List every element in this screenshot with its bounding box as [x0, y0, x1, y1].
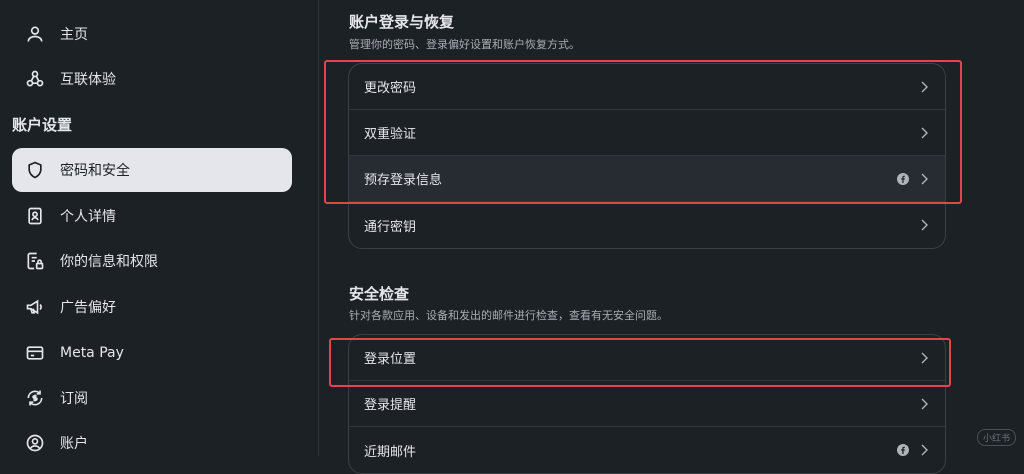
login-recovery-title: 账户登录与恢复 — [349, 13, 455, 31]
nav-label: Meta Pay — [60, 345, 124, 361]
two-factor-row[interactable]: 双重验证 — [349, 110, 945, 156]
nav-accounts[interactable]: 账户 — [12, 421, 292, 465]
passkey-row[interactable]: 通行密钥 — [349, 202, 945, 248]
security-check-card: 登录位置 登录提醒 近期邮件 — [348, 334, 946, 474]
facebook-icon — [897, 444, 909, 456]
chevron-right-icon — [921, 173, 928, 184]
watermark: 小红书 — [976, 429, 1016, 446]
connected-nodes-icon — [24, 68, 46, 90]
row-label: 更改密码 — [364, 81, 417, 96]
login-recovery-desc: 管理你的密码、登录偏好设置和账户恢复方式。 — [349, 38, 580, 51]
main-content: 账户登录与恢复 管理你的密码、登录偏好设置和账户恢复方式。 更改密码 双重验证 … — [320, 0, 1024, 474]
security-check-title: 安全检查 — [349, 285, 410, 303]
nav-connected-experiences[interactable]: 互联体验 — [12, 57, 292, 101]
chevron-right-icon — [921, 81, 928, 92]
row-label: 近期邮件 — [364, 444, 417, 460]
row-label: 登录位置 — [364, 352, 417, 367]
credit-card-icon — [24, 342, 46, 364]
document-lock-icon — [24, 250, 46, 272]
subscription-refresh-icon — [24, 387, 46, 409]
recent-emails-row[interactable]: 近期邮件 — [349, 427, 945, 473]
chevron-right-icon — [921, 398, 928, 409]
megaphone-icon — [24, 296, 46, 318]
nav-ad-preferences[interactable]: 广告偏好 — [12, 285, 292, 329]
sidebar: 主页 互联体验 账户设置 密码和安全 个人详情 你的信息和权限 广告偏好 Met… — [0, 0, 319, 456]
shield-icon — [24, 159, 46, 181]
nav-label: 个人详情 — [60, 209, 116, 225]
nav-label: 广告偏好 — [60, 300, 116, 316]
nav-info-permissions[interactable]: 你的信息和权限 — [12, 239, 292, 283]
login-location-row[interactable]: 登录位置 — [349, 335, 945, 381]
nav-label: 订阅 — [60, 391, 88, 407]
nav-label: 密码和安全 — [60, 163, 130, 179]
nav-meta-pay[interactable]: Meta Pay — [12, 331, 292, 375]
account-circle-icon — [24, 432, 46, 454]
id-card-icon — [24, 205, 46, 227]
security-check-desc: 针对各款应用、设备和发出的邮件进行检查，查看有无安全问题。 — [349, 309, 668, 322]
user-icon — [24, 23, 46, 45]
nav-password-security[interactable]: 密码和安全 — [12, 148, 292, 192]
nav-home[interactable]: 主页 — [12, 12, 292, 56]
nav-label: 账户 — [60, 436, 88, 452]
facebook-icon — [897, 172, 909, 185]
row-label: 通行密钥 — [364, 219, 417, 235]
login-alerts-row[interactable]: 登录提醒 — [349, 381, 945, 427]
row-label: 双重验证 — [364, 127, 417, 142]
nav-personal-details[interactable]: 个人详情 — [12, 194, 292, 238]
change-password-row[interactable]: 更改密码 — [349, 64, 945, 110]
nav-label: 你的信息和权限 — [60, 254, 158, 270]
row-label: 登录提醒 — [364, 398, 417, 413]
chevron-right-icon — [921, 444, 928, 456]
saved-login-row[interactable]: 预存登录信息 — [349, 156, 945, 202]
nav-subscriptions[interactable]: 订阅 — [12, 376, 292, 420]
nav-label: 主页 — [60, 27, 88, 43]
nav-label: 互联体验 — [60, 72, 116, 88]
chevron-right-icon — [921, 127, 928, 138]
sidebar-section-heading: 账户设置 — [12, 116, 73, 134]
row-label: 预存登录信息 — [364, 173, 443, 188]
login-recovery-card: 更改密码 双重验证 预存登录信息 通行密钥 — [348, 63, 946, 249]
chevron-right-icon — [921, 352, 928, 363]
chevron-right-icon — [921, 219, 928, 231]
